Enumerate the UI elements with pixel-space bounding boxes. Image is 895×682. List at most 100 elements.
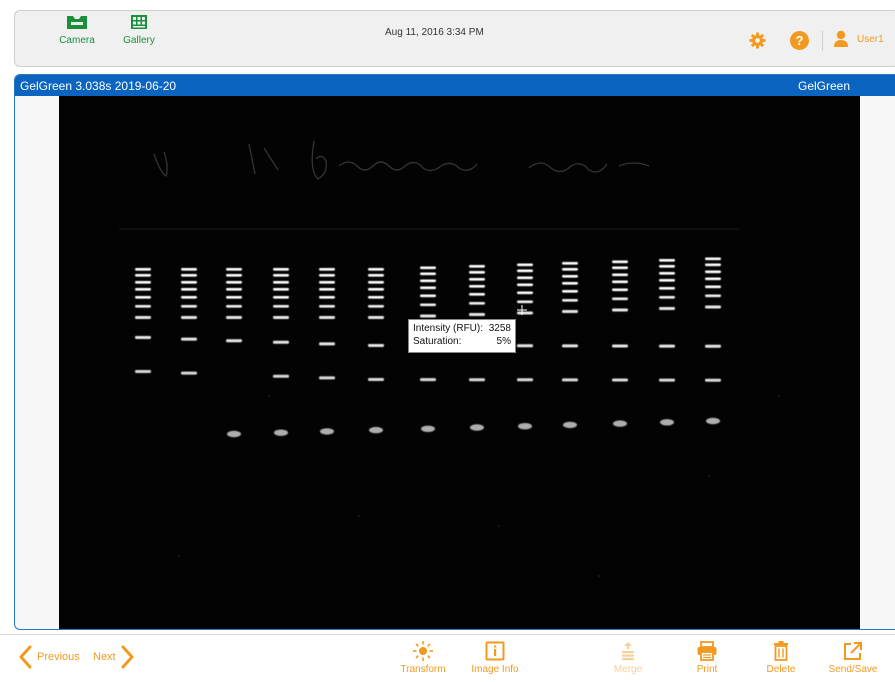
gel-band: [368, 296, 384, 299]
gel-band: [705, 270, 721, 274]
gel-band: [562, 344, 578, 348]
bottom-toolbar: Previous Next Transform Image Info Merge…: [0, 634, 895, 682]
gel-band: [135, 274, 151, 277]
gel-band: [659, 296, 675, 299]
gel-primer-band: [706, 417, 720, 425]
merge-label: Merge: [613, 664, 643, 675]
gel-band: [705, 294, 721, 298]
gel-band: [135, 296, 151, 299]
gel-band: [368, 288, 384, 291]
image-viewer: GelGreen 3.038s 2019-06-20 GelGreen Inte…: [14, 74, 895, 630]
gel-band: [273, 281, 289, 284]
gel-primer-band: [274, 429, 288, 436]
gel-band: [273, 316, 289, 319]
gel-band: [517, 276, 533, 280]
gel-primer-band: [660, 419, 674, 426]
gel-band: [420, 378, 436, 382]
gel-band: [319, 376, 335, 380]
gel-primer-band: [320, 428, 334, 435]
transform-button[interactable]: Transform: [393, 641, 453, 675]
merge-icon: [622, 642, 634, 661]
top-toolbar: Camera Gallery Aug 11, 2016 3:34 PM ? Us…: [14, 10, 895, 67]
camera-button[interactable]: Camera: [47, 13, 107, 65]
gel-band: [273, 268, 289, 271]
gel-band: [612, 308, 628, 312]
image-info-button[interactable]: Image Info: [465, 641, 525, 675]
camera-label: Camera: [59, 35, 95, 46]
trash-icon: [774, 641, 788, 661]
send-save-button[interactable]: Send/Save: [823, 641, 883, 675]
gear-icon[interactable]: [749, 32, 766, 49]
merge-button[interactable]: Merge: [598, 641, 658, 675]
gel-band: [562, 299, 578, 302]
gel-band: [319, 274, 335, 277]
gel-band: [469, 302, 485, 305]
gel-band: [612, 297, 628, 301]
intensity-label: Intensity (RFU):: [413, 323, 484, 334]
gel-band: [705, 344, 721, 348]
gel-band: [562, 262, 578, 265]
gel-band: [368, 344, 384, 347]
gel-band: [659, 378, 675, 382]
gel-primer-band: [613, 420, 627, 427]
user-button[interactable]: User1: [833, 30, 884, 48]
gel-primer-band: [563, 421, 577, 429]
gel-band: [420, 294, 436, 298]
gel-band: [135, 281, 151, 284]
gel-band: [226, 274, 242, 277]
gel-band: [705, 285, 721, 289]
gel-band: [226, 316, 242, 319]
gel-noise: [178, 395, 780, 577]
gel-primer-band: [421, 425, 435, 432]
gel-band: [469, 293, 485, 296]
gel-band: [181, 337, 197, 341]
gel-band: [319, 296, 335, 299]
gel-band: [181, 268, 197, 271]
gel-band: [226, 296, 242, 299]
delete-label: Delete: [766, 664, 796, 675]
gallery-button[interactable]: Gallery: [109, 13, 169, 65]
viewer-title-bar: GelGreen 3.038s 2019-06-20 GelGreen: [15, 75, 895, 96]
print-button[interactable]: Print: [677, 641, 737, 675]
intensity-value: 3258: [488, 323, 511, 334]
gel-primer-band: [518, 423, 532, 430]
gel-band: [659, 344, 675, 348]
gel-band: [181, 371, 197, 375]
user-icon: [834, 30, 848, 47]
gel-band: [517, 300, 533, 304]
gel-band: [181, 316, 197, 319]
gel-band: [562, 268, 578, 271]
gel-band: [705, 257, 721, 261]
previous-label: Previous: [37, 651, 80, 663]
next-button[interactable]: Next: [93, 645, 135, 669]
gel-band: [517, 378, 533, 382]
gel-band: [517, 283, 533, 287]
gel-band: [705, 263, 721, 267]
gel-band: [469, 378, 485, 382]
gel-band: [368, 274, 384, 277]
gel-primer-band: [227, 430, 241, 438]
gel-band: [181, 296, 197, 299]
gel-band: [469, 271, 485, 274]
toolbar-divider: [822, 31, 823, 51]
previous-button[interactable]: Previous: [18, 645, 80, 669]
gel-band: [612, 288, 628, 292]
chevron-right-icon: [121, 645, 134, 669]
gel-band: [659, 272, 675, 275]
gel-band: [469, 265, 485, 268]
gel-band: [517, 311, 533, 315]
gel-band: [517, 263, 533, 267]
gel-band: [562, 275, 578, 278]
gel-band: [705, 378, 721, 382]
export-icon: [844, 642, 862, 660]
delete-button[interactable]: Delete: [751, 641, 811, 675]
gel-image[interactable]: [59, 96, 860, 629]
gel-band: [469, 278, 485, 281]
gel-band: [135, 316, 151, 319]
gel-band: [319, 288, 335, 291]
gel-band: [420, 272, 436, 276]
help-icon[interactable]: ?: [790, 31, 809, 50]
gel-band: [368, 378, 384, 381]
gel-band: [273, 374, 289, 378]
gel-band: [226, 268, 242, 271]
